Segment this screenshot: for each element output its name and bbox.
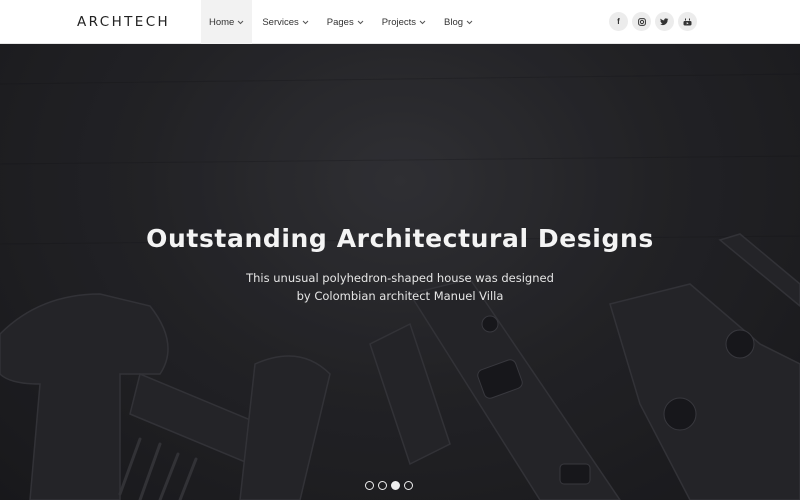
- twitter-icon[interactable]: [655, 12, 674, 31]
- chevron-down-icon: [357, 20, 364, 25]
- nav-item-label: Projects: [381, 16, 417, 28]
- chevron-down-icon: [237, 20, 244, 25]
- nav-item-label: Pages: [326, 16, 354, 28]
- nav-item-projects[interactable]: Projects: [374, 0, 434, 44]
- chevron-down-icon: [302, 20, 309, 25]
- nav-item-pages[interactable]: Pages: [319, 0, 372, 44]
- hero-title: Outstanding Architectural Designs: [146, 224, 654, 253]
- nav-item-home[interactable]: Home: [201, 0, 253, 44]
- hero-slider: Outstanding Architectural Designs This u…: [0, 44, 800, 500]
- nav-item-label: Services: [262, 16, 299, 28]
- site-logo[interactable]: ARCHTECH: [77, 0, 170, 44]
- slider-pagination: [365, 481, 413, 490]
- hero-subtitle: This unusual polyhedron-shaped house was…: [246, 271, 554, 285]
- main-nav: Home Services Pages Projects Blog: [201, 0, 483, 44]
- nav-item-label: Home: [209, 16, 235, 28]
- nav-item-label: Blog: [444, 16, 464, 28]
- chevron-down-icon: [466, 20, 473, 25]
- nav-item-services[interactable]: Services: [254, 0, 316, 44]
- chevron-down-icon: [419, 20, 426, 25]
- social-links: f: [609, 12, 697, 31]
- slider-dot-active[interactable]: [391, 481, 400, 490]
- slider-dot[interactable]: [404, 481, 413, 490]
- site-header: ARCHTECH Home Services Pages Projects Bl…: [0, 0, 800, 44]
- nav-item-blog[interactable]: Blog: [436, 0, 481, 44]
- youtube-icon[interactable]: [678, 12, 697, 31]
- slider-dot[interactable]: [365, 481, 374, 490]
- hero-subtitle: by Colombian architect Manuel Villa: [296, 289, 504, 303]
- slider-dot[interactable]: [378, 481, 387, 490]
- instagram-icon[interactable]: [632, 12, 651, 31]
- facebook-icon[interactable]: f: [609, 12, 628, 31]
